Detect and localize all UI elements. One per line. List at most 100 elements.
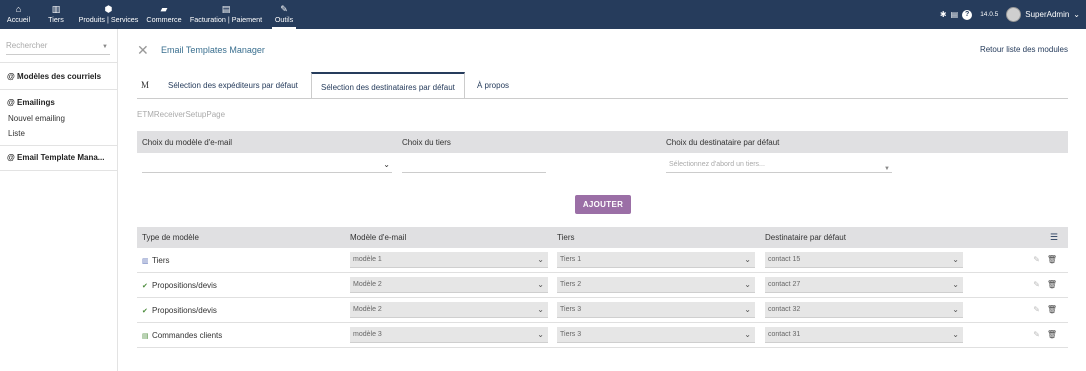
nav-home[interactable]: ⌂ Accueil xyxy=(5,3,32,25)
tab-recipients[interactable]: Sélection des destinataires par défaut xyxy=(311,72,465,99)
type-label: Tiers xyxy=(152,256,170,265)
back-to-modules-link[interactable]: Retour liste des modules xyxy=(980,45,1068,54)
chevron-down-icon: ⌄ xyxy=(744,255,751,264)
trash-icon[interactable]: 🗑 xyxy=(1047,330,1057,339)
home-icon: ⌂ xyxy=(15,4,22,14)
chevron-down-icon: ⌄ xyxy=(744,305,751,314)
list-icon[interactable]: ☰ xyxy=(1050,232,1058,243)
chevron-down-icon: ⌄ xyxy=(537,305,544,314)
dest-select[interactable]: Sélectionnez d'abord un tiers... ▼ xyxy=(666,157,892,173)
cube-icon: ⬢ xyxy=(104,4,113,14)
label-model: Choix du modèle d'e-mail xyxy=(142,138,233,147)
user-name[interactable]: SuperAdmin xyxy=(1025,10,1069,19)
tiers-value: Tiers 3 xyxy=(560,331,582,338)
edit-icon[interactable]: ✎ xyxy=(1033,305,1040,314)
caret-down-icon: ▼ xyxy=(102,44,108,50)
trash-icon[interactable]: 🗑 xyxy=(1047,280,1057,289)
chevron-down-icon: ⌄ xyxy=(952,305,959,314)
tab-about[interactable]: À propos xyxy=(477,72,509,99)
table-row: ✔ Propositions/devis Modèle 2 ⌄ Tiers 3 ⌄ cont… xyxy=(137,298,1068,323)
model-select[interactable]: Modèle 2 ⌄ xyxy=(350,277,548,293)
chevron-down-icon: ⌄ xyxy=(744,330,751,339)
chevron-down-icon: ⌄ xyxy=(537,330,544,339)
chevron-down-icon: ⌄ xyxy=(952,280,959,289)
type-icon: ✔ xyxy=(142,308,148,315)
tabs-divider xyxy=(137,98,1068,99)
chevron-down-icon[interactable]: ⌄ xyxy=(1073,10,1080,19)
trash-icon[interactable]: 🗑 xyxy=(1047,305,1057,314)
type-label: Propositions/devis xyxy=(152,306,217,315)
trash-icon[interactable]: 🗑 xyxy=(1047,255,1057,264)
nav-commerce[interactable]: ▰ Commerce xyxy=(146,3,182,25)
col-type: Type de modèle xyxy=(142,233,199,242)
tiers-value: Tiers 1 xyxy=(560,256,582,263)
sidebar-link-list[interactable]: Liste xyxy=(8,129,25,138)
chevron-down-icon: ⌄ xyxy=(537,255,544,264)
sidebar-item-email-models[interactable]: @ Modèles des courriels xyxy=(7,72,101,81)
tools-icon: ✕ xyxy=(137,42,149,58)
chevron-down-icon: ⌄ xyxy=(952,255,959,264)
nav-products[interactable]: ⬢ Produits | Services xyxy=(77,3,140,25)
type-icon: ✔ xyxy=(142,283,148,290)
tiers-select[interactable]: Tiers 3 ⌄ xyxy=(557,327,755,343)
divider xyxy=(0,170,118,171)
sidebar-search-select[interactable]: Rechercher ▼ xyxy=(6,41,110,55)
table-header: Type de modèle Modèle d'e-mail Tiers Des… xyxy=(137,227,1068,248)
wrench-icon: ✎ xyxy=(280,4,288,14)
model-select[interactable]: modèle 3 ⌄ xyxy=(350,327,548,343)
print-icon[interactable]: ▤ xyxy=(951,10,959,19)
avatar[interactable] xyxy=(1006,7,1022,22)
contact-value: contact 31 xyxy=(768,331,801,338)
model-value: modèle 1 xyxy=(353,256,382,263)
sidebar-item-emailings[interactable]: @ Emailings xyxy=(7,98,55,107)
type-cell: ✔ Propositions/devis xyxy=(142,306,217,315)
divider xyxy=(0,145,118,146)
topbar-right: ✱ ▤ ? 14.0.5 SuperAdmin ⌄ xyxy=(940,7,1080,22)
edit-icon[interactable]: ✎ xyxy=(1033,280,1040,289)
tiers-select[interactable]: Tiers 3 ⌄ xyxy=(557,302,755,318)
edit-icon[interactable]: ✎ xyxy=(1033,255,1040,264)
divider xyxy=(0,89,118,90)
model-value: Modèle 2 xyxy=(353,281,382,288)
version-label: 14.0.5 xyxy=(980,11,999,18)
building-icon: ▥ xyxy=(51,4,61,14)
tiers-value: Tiers 2 xyxy=(560,281,582,288)
nav-billing[interactable]: ▤ Facturation | Paiement xyxy=(188,3,264,25)
edit-icon[interactable]: ✎ xyxy=(1033,330,1040,339)
contact-value: contact 15 xyxy=(768,256,801,263)
contact-select[interactable]: contact 15 ⌄ xyxy=(765,252,963,268)
bug-icon[interactable]: ✱ xyxy=(940,10,947,19)
contact-value: contact 32 xyxy=(768,306,801,313)
contact-select[interactable]: contact 27 ⌄ xyxy=(765,277,963,293)
contact-select[interactable]: contact 32 ⌄ xyxy=(765,302,963,318)
nav-tiers[interactable]: ▥ Tiers xyxy=(45,3,67,25)
model-select[interactable]: modèle 1 ⌄ xyxy=(350,252,548,268)
tab-senders[interactable]: Sélection des expéditeurs par défaut xyxy=(168,72,298,99)
nav-tools[interactable]: ✎ Outils xyxy=(272,3,296,25)
type-label: Propositions/devis xyxy=(152,281,217,290)
model-select[interactable]: Modèle 2 ⌄ xyxy=(350,302,548,318)
tiers-select[interactable]: Tiers 1 ⌄ xyxy=(557,252,755,268)
model-value: modèle 3 xyxy=(353,331,382,338)
chevron-down-icon: ⌄ xyxy=(952,330,959,339)
add-button[interactable]: AJOUTER xyxy=(575,195,631,214)
contact-value: contact 27 xyxy=(768,281,801,288)
table-row: ✔ Propositions/devis Modèle 2 ⌄ Tiers 2 ⌄ cont… xyxy=(137,273,1068,298)
label-tiers: Choix du tiers xyxy=(402,138,451,147)
left-sidebar: Rechercher ▼ @ Modèles des courriels @ E… xyxy=(0,29,118,371)
tiers-select[interactable]: Tiers 2 ⌄ xyxy=(557,277,755,293)
model-select[interactable]: ⌄ xyxy=(142,157,392,173)
sidebar-link-new-emailing[interactable]: Nouvel emailing xyxy=(8,114,65,123)
form-header: Choix du modèle d'e-mail Choix du tiers … xyxy=(137,131,1068,153)
col-model: Modèle d'e-mail xyxy=(350,233,407,242)
col-tiers: Tiers xyxy=(557,233,575,242)
sidebar-item-email-template-manager[interactable]: @ Email Template Mana... xyxy=(7,153,104,162)
tiers-input[interactable] xyxy=(402,157,546,173)
col-dest: Destinataire par défaut xyxy=(765,233,846,242)
chevron-down-icon: ⌄ xyxy=(537,280,544,289)
model-value: Modèle 2 xyxy=(353,306,382,313)
contact-select[interactable]: contact 31 ⌄ xyxy=(765,327,963,343)
type-label: Commandes clients xyxy=(152,331,223,340)
help-icon[interactable]: ? xyxy=(962,9,973,20)
search-placeholder: Rechercher xyxy=(6,41,48,50)
